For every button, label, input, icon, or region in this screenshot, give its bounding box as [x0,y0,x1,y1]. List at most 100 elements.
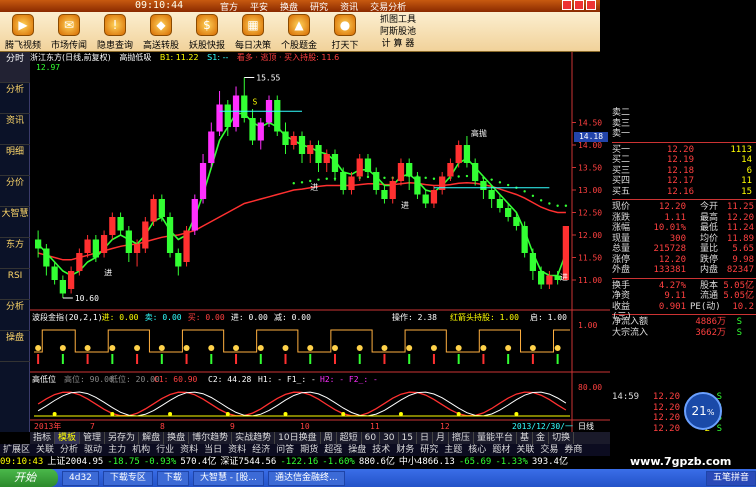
ma-dot [539,199,543,202]
toolbar-button-news[interactable]: ✉ 市场传闻 [46,12,92,52]
bottom-tab[interactable]: 基 [517,432,534,444]
sub-tab[interactable]: 主题 [441,444,465,456]
task-button[interactable]: 大智慧 - [股... [192,470,265,486]
sub-tab[interactable]: 问答 [273,444,297,456]
sub-tab[interactable]: 技术 [369,444,393,456]
bottom-tab[interactable]: 解盘 [139,432,165,444]
buy-row: 买三 12.18 6 [612,166,756,177]
toolbar-button-chart[interactable]: ▲ 个股题金 [276,12,322,52]
bottom-tab[interactable]: 模板 [55,432,81,444]
kline-chart-area[interactable]: 浙江东方(日线,前复权) 高抛低吸 B1: 11.22 S1: -- 看多 · … [30,52,610,432]
toolbar-button-video[interactable]: ▶ 腾飞视频 [0,12,46,52]
left-tab[interactable]: 分析 [0,300,30,331]
task-button[interactable]: 下载专区 [102,470,153,486]
chart-icon: ▲ [288,14,310,36]
bottom-tab[interactable]: 管理 [80,432,106,444]
start-button[interactable]: 开始 [0,469,58,487]
left-tab[interactable]: 操盘 [0,331,30,362]
bottom-tab[interactable]: 擦压 [449,432,475,444]
bottom-tab[interactable]: 切换 [549,432,575,444]
candle-body [216,104,223,132]
sub-tab[interactable]: 券商 [561,444,585,456]
left-tab[interactable]: 大智慧 [0,207,30,238]
sub-tab[interactable]: 研究 [417,444,441,456]
sub-tab[interactable]: 扩展区 [0,444,33,456]
sub-tab[interactable]: 分析 [57,444,81,456]
sub-tab[interactable]: 财务 [393,444,417,456]
sub-tab[interactable]: 机构 [129,444,153,456]
toolbar-button-warning[interactable]: ! 隐患查询 [92,12,138,52]
toolbar-button-globe[interactable]: ● 打天下 [322,12,368,52]
bottom-tab[interactable]: 60 [362,432,381,444]
maximize-icon[interactable] [574,0,584,10]
sub-tab[interactable]: 行业 [153,444,177,456]
task-button[interactable]: 4d32 [62,470,99,486]
sub-tab[interactable]: 期货 [297,444,321,456]
task-button[interactable]: 通达信金融终... [268,470,345,486]
toolbar-button-money[interactable]: $ 妖股快报 [184,12,230,52]
bottom-tab[interactable]: 博尔趋势 [189,432,233,444]
sub-tab[interactable]: 经济 [249,444,273,456]
star-marker-icon [341,412,346,416]
candle-body [109,217,116,235]
bottom-tab[interactable]: 金 [533,432,550,444]
date-axis-label: 9 [230,422,235,431]
sub-tab[interactable]: 关联 [513,444,537,456]
signal-face-icon [84,345,91,351]
bottom-tab[interactable]: 月 [433,432,449,444]
bottom-tab[interactable]: 周 [321,432,337,444]
candle-body [51,266,58,280]
left-tab[interactable]: RSI [0,269,30,300]
flow-value: 4886万 [695,317,726,327]
capture-tool-button[interactable]: 抓图工具 [366,14,430,26]
toolbar-button-calendar[interactable]: ▦ 每日决策 [230,12,276,52]
stat-value: 5.05亿 [723,280,754,291]
left-tab[interactable]: 分析 [0,83,30,114]
flow-side: S [736,317,742,327]
sub-tab[interactable]: 当日 [201,444,225,456]
bottom-tab[interactable]: 日 [417,432,433,444]
bottom-tab[interactable]: 另存为 [105,432,140,444]
progress-badge[interactable]: 21% [684,392,722,430]
left-tab[interactable]: 资讯 [0,114,30,145]
left-tab[interactable]: 明细 [0,145,30,176]
left-tab[interactable]: 分价 [0,176,30,207]
candle-body [241,95,248,118]
task-button[interactable]: 下载 [156,470,189,486]
bottom-tab[interactable]: 量能平台 [474,432,518,444]
sub-tab[interactable]: 资料 [177,444,201,456]
bottom-tab[interactable]: 15 [399,432,417,444]
sub-tab[interactable]: 关联 [33,444,57,456]
sub-tab[interactable]: 资料 [225,444,249,456]
left-tab[interactable]: 分时 [0,52,30,83]
ime-indicator[interactable]: 五笔拼音 [705,470,756,486]
left-tab[interactable]: 东方 [0,238,30,269]
candle-body [150,199,157,222]
close-icon[interactable] [586,0,596,10]
bottom-tab[interactable]: 指标 [30,432,56,444]
bottom-tab[interactable]: 10日换盘 [275,432,321,444]
candle-body [84,239,91,253]
ma-dot [506,183,510,187]
warning-icon: ! [104,14,126,36]
minimize-icon[interactable] [562,0,572,10]
bottom-tab[interactable]: 30 [380,432,399,444]
sub-tab[interactable]: 交易 [537,444,561,456]
ma-dot [523,190,526,193]
sub-tab[interactable]: 题材 [489,444,513,456]
toolbar-button-stock[interactable]: ◆ 高送转股 [138,12,184,52]
stock-pool-button[interactable]: 阿斯股池 [366,26,430,38]
menu-item[interactable]: 交易分析 [370,0,406,13]
bottom-tab[interactable]: 超短 [337,432,362,444]
bottom-tab[interactable]: 实战趋势 [232,432,276,444]
sub-tab[interactable]: 超强 [321,444,345,456]
status-item: 393.4亿 [531,457,568,467]
bottom-tab[interactable]: 换盘 [164,432,190,444]
sub-tab[interactable]: 主力 [105,444,129,456]
calculator-button[interactable]: 计 算 器 [366,38,430,50]
sub-tab[interactable]: 操盘 [345,444,369,456]
toolbar-label: 腾飞视频 [4,41,41,51]
sub-tab[interactable]: 核心 [465,444,489,456]
sub-tab[interactable]: 驱动 [81,444,105,456]
buy-marker-label: 进 [310,183,318,192]
